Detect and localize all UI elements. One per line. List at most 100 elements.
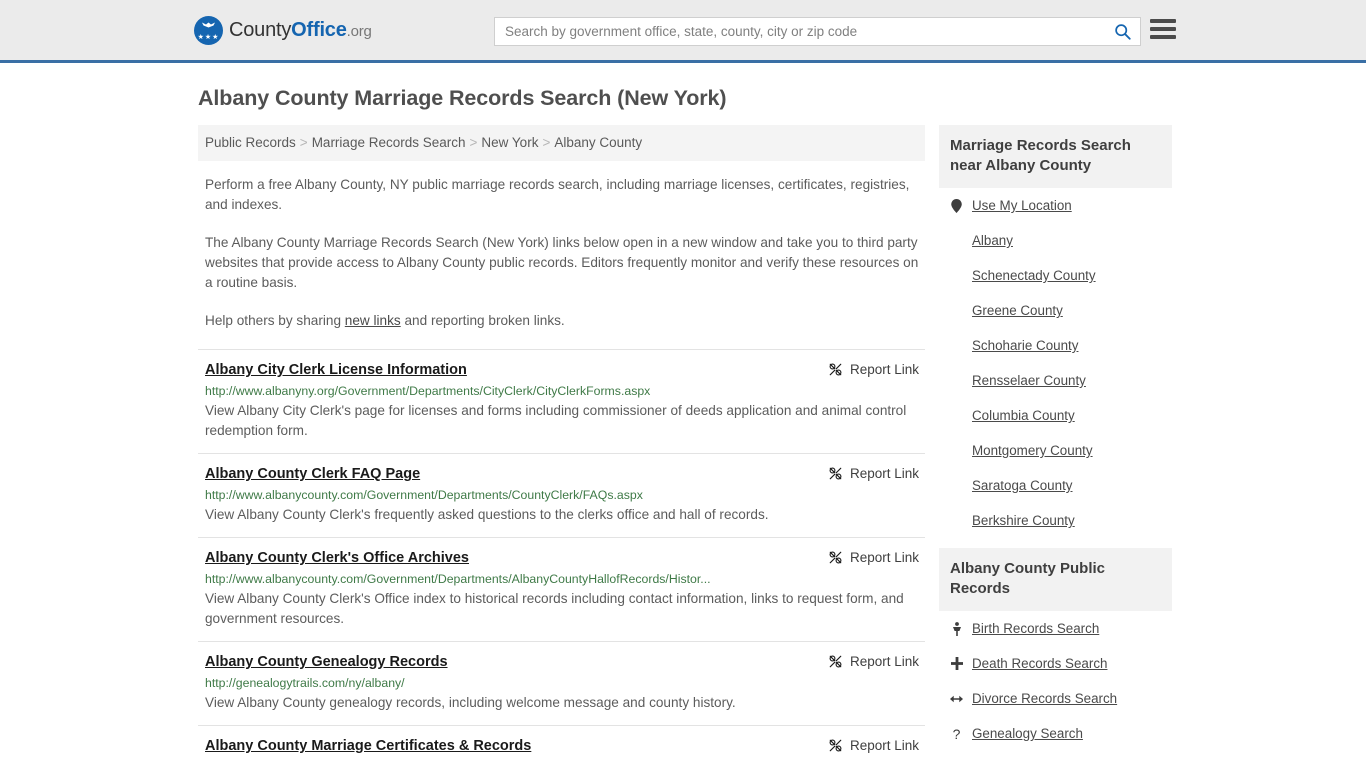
- sidebar-item-birth-records-search[interactable]: Birth Records Search: [943, 611, 1168, 646]
- cross-icon: [950, 657, 963, 670]
- search-bar[interactable]: [494, 17, 1141, 46]
- sidebar-item-death-records-search[interactable]: Death Records Search: [943, 646, 1168, 681]
- sidebar-item-schoharie-county[interactable]: Schoharie County: [943, 328, 1168, 363]
- report-link-button[interactable]: Report Link: [828, 737, 919, 753]
- report-link-label: Report Link: [849, 550, 919, 565]
- sidebar-item-label: Schoharie County: [972, 338, 1079, 353]
- result-item: Albany County Marriage Certificates & Re…: [198, 725, 925, 768]
- report-link-button[interactable]: Report Link: [828, 361, 919, 377]
- result-header: Albany County Clerk FAQ Page Report Link: [205, 465, 919, 484]
- left-right-arrow-icon: [950, 694, 963, 704]
- sidebar-item-montgomery-county[interactable]: Montgomery County: [943, 433, 1168, 468]
- hamburger-bar: [1150, 35, 1176, 39]
- breadcrumb-item-albany-county[interactable]: Albany County: [554, 135, 642, 150]
- breadcrumb-separator: >: [542, 135, 551, 150]
- logo-text-office: Office: [291, 18, 347, 41]
- result-description: View Albany County genealogy records, in…: [205, 695, 736, 710]
- result-url: http://www.albanycounty.com/Government/D…: [205, 488, 643, 502]
- question-mark-icon: ?: [952, 725, 961, 742]
- result-item: Albany City Clerk License Information Re…: [198, 349, 925, 453]
- broken-link-icon: [829, 655, 842, 668]
- intro-paragraph-3: Help others by sharing new links and rep…: [205, 311, 919, 331]
- result-title-link[interactable]: Albany County Clerk's Office Archives: [205, 549, 469, 568]
- result-title-link[interactable]: Albany County Marriage Certificates & Re…: [205, 737, 531, 756]
- report-link-button[interactable]: Report Link: [828, 465, 919, 481]
- result-title-link[interactable]: Albany County Clerk FAQ Page: [205, 465, 420, 484]
- site-logo-text: CountyOffice.org: [229, 19, 372, 42]
- sidebar-item-use-my-location[interactable]: Use My Location: [943, 188, 1168, 223]
- breadcrumb-item-new-york[interactable]: New York: [481, 135, 538, 150]
- intro-p3-after: and reporting broken links.: [400, 313, 565, 328]
- breadcrumb-item-public-records[interactable]: Public Records: [205, 135, 296, 150]
- search-input[interactable]: [495, 18, 1104, 45]
- sidebar-item-columbia-county[interactable]: Columbia County: [943, 398, 1168, 433]
- logo-text-org: .org: [346, 22, 372, 40]
- map-pin-icon: [950, 198, 963, 213]
- search-button[interactable]: [1104, 18, 1140, 45]
- report-link-label: Report Link: [849, 654, 919, 669]
- eagle-shield-logo-icon: ★★★: [194, 15, 223, 45]
- sidebar-item-greene-county[interactable]: Greene County: [943, 293, 1168, 328]
- report-link-label: Report Link: [849, 738, 919, 753]
- breadcrumb-separator: >: [299, 135, 308, 150]
- baby-icon: [950, 621, 963, 636]
- sidebar-item-label: Rensselaer County: [972, 373, 1086, 388]
- sidebar: Marriage Records Search near Albany Coun…: [939, 125, 1172, 761]
- sidebar-item-saratoga-county[interactable]: Saratoga County: [943, 468, 1168, 503]
- sidebar-item-rensselaer-county[interactable]: Rensselaer County: [943, 363, 1168, 398]
- sidebar-item-label: Genealogy Search: [972, 726, 1083, 741]
- report-link-label: Report Link: [849, 362, 919, 377]
- sidebar-item-schenectady-county[interactable]: Schenectady County: [943, 258, 1168, 293]
- report-link-label: Report Link: [849, 466, 919, 481]
- sidebar-nearby-box: Marriage Records Search near Albany Coun…: [939, 125, 1172, 538]
- sidebar-item-berkshire-county[interactable]: Berkshire County: [943, 503, 1168, 538]
- page-container: Albany County Marriage Records Search (N…: [0, 86, 1366, 768]
- breadcrumb-separator: >: [469, 135, 478, 150]
- breadcrumb-item-marriage-records-search[interactable]: Marriage Records Search: [312, 135, 466, 150]
- intro-p3-before: Help others by sharing: [205, 313, 345, 328]
- result-header: Albany County Marriage Certificates & Re…: [205, 737, 919, 756]
- result-title-link[interactable]: Albany City Clerk License Information: [205, 361, 467, 380]
- broken-link-icon: [829, 363, 842, 376]
- result-description: View Albany County Clerk's frequently as…: [205, 507, 769, 522]
- broken-link-icon: [829, 739, 842, 752]
- result-url: http://genealogytrails.com/ny/albany/: [205, 676, 405, 690]
- sidebar-item-albany[interactable]: Albany: [943, 223, 1168, 258]
- result-title-link[interactable]: Albany County Genealogy Records: [205, 653, 448, 672]
- sidebar-nearby-title: Marriage Records Search near Albany Coun…: [939, 125, 1172, 188]
- search-icon: [1114, 24, 1131, 40]
- sidebar-item-label: Saratoga County: [972, 478, 1073, 493]
- content-columns: Public Records > Marriage Records Search > N…: [198, 125, 1172, 768]
- site-logo[interactable]: ★★★ CountyOffice.org: [194, 15, 372, 45]
- sidebar-item-label: Albany: [972, 233, 1013, 248]
- intro-paragraph-1: Perform a free Albany County, NY public …: [205, 177, 910, 212]
- site-header: ★★★ CountyOffice.org: [0, 0, 1366, 63]
- result-description: View Albany County Clerk's Office index …: [205, 591, 904, 626]
- intro-section: Perform a free Albany County, NY public …: [198, 175, 925, 331]
- stars-icon: ★★★: [197, 33, 220, 41]
- hamburger-menu-icon[interactable]: [1150, 19, 1176, 39]
- new-links-link[interactable]: new links: [345, 313, 401, 328]
- result-url: http://www.albanycounty.com/Government/D…: [205, 572, 711, 586]
- hamburger-bar: [1150, 19, 1176, 23]
- report-link-button[interactable]: Report Link: [828, 653, 919, 669]
- page-title: Albany County Marriage Records Search (N…: [198, 86, 727, 110]
- sidebar-item-label: Birth Records Search: [972, 621, 1100, 636]
- sidebar-item-label: Greene County: [972, 303, 1063, 318]
- result-description: View Albany City Clerk's page for licens…: [205, 403, 907, 438]
- sidebar-nearby-list: Use My Location Albany Schenectady Count…: [939, 188, 1172, 538]
- sidebar-item-label: Montgomery County: [972, 443, 1093, 458]
- sidebar-item-label: Death Records Search: [972, 656, 1108, 671]
- sidebar-public-records-box: Albany County Public Records Birth Recor…: [939, 548, 1172, 751]
- result-header: Albany County Clerk's Office Archives Re…: [205, 549, 919, 568]
- hamburger-bar: [1150, 27, 1176, 31]
- sidebar-item-label: Schenectady County: [972, 268, 1096, 283]
- broken-link-icon: [829, 551, 842, 564]
- sidebar-item-label: Columbia County: [972, 408, 1075, 423]
- results-list: Albany City Clerk License Information Re…: [198, 349, 925, 768]
- sidebar-item-divorce-records-search[interactable]: Divorce Records Search: [943, 681, 1168, 716]
- report-link-button[interactable]: Report Link: [828, 549, 919, 565]
- result-item: Albany County Clerk FAQ Page Report Link: [198, 453, 925, 537]
- sidebar-item-label: Berkshire County: [972, 513, 1075, 528]
- sidebar-item-genealogy-search[interactable]: ? Genealogy Search: [943, 716, 1168, 751]
